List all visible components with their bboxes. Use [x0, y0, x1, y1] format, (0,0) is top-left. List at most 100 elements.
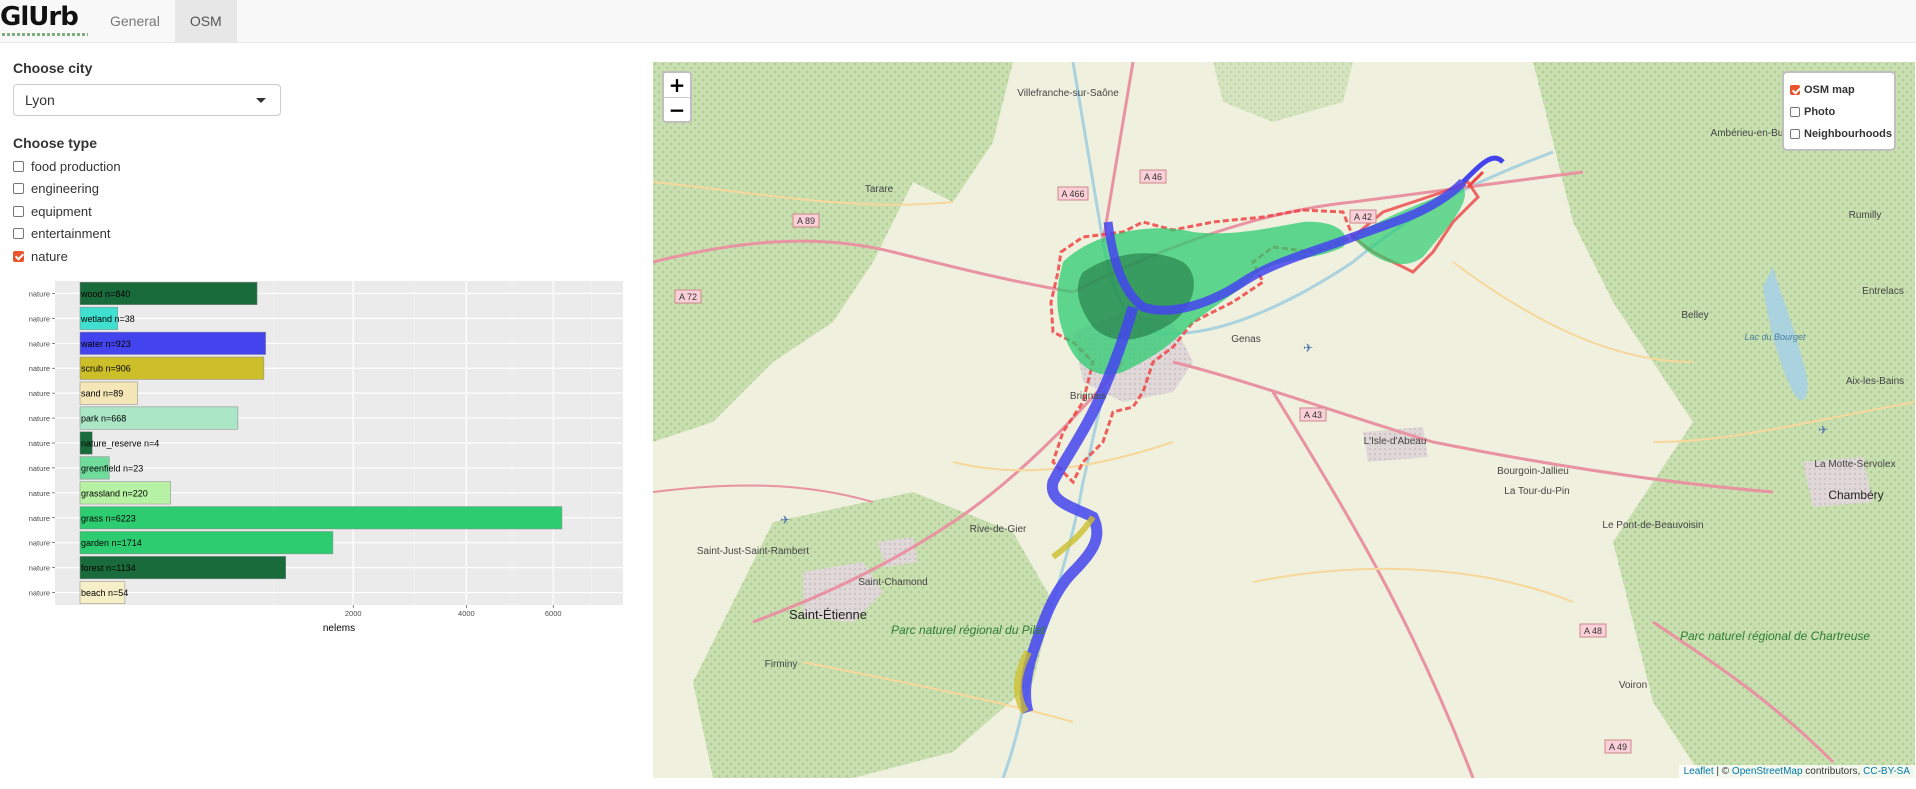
type-option-nature[interactable]: nature: [13, 245, 633, 268]
road-label: A 72: [679, 292, 697, 302]
y-tick-label: nature: [29, 489, 50, 498]
bar-grass: [79, 506, 563, 530]
layer-photo[interactable]: Photo: [1790, 101, 1888, 123]
bar-label: grass n=6223: [81, 513, 136, 523]
layer-label: OSM map: [1804, 84, 1855, 96]
brand-text: GlUrb: [0, 2, 79, 32]
city-select-value: Lyon: [25, 92, 55, 108]
place-label: La Tour-du-Pin: [1504, 486, 1569, 497]
place-label: Bourgoin-Jallieu: [1497, 466, 1569, 477]
airport-icon: ✈: [780, 513, 790, 527]
checkbox-checked[interactable]: [1790, 85, 1800, 95]
place-label: Brignais: [1070, 391, 1106, 402]
y-tick-label: nature: [29, 514, 50, 523]
road-label: A 89: [797, 216, 815, 226]
map-tiles[interactable]: A 466 A 46 A 89 A 42 A 72 A 43 A 48 A 49…: [653, 62, 1915, 778]
y-tick-label: nature: [29, 339, 50, 348]
zoom-in-button[interactable]: +: [664, 73, 690, 97]
type-option-equipment[interactable]: equipment: [13, 200, 633, 223]
place-label: Villefranche-sur-Saône: [1017, 88, 1119, 99]
layer-neighbourhoods[interactable]: Neighbourhoods: [1790, 123, 1892, 145]
type-option-entertainment[interactable]: entertainment: [13, 223, 633, 246]
layer-osm-map[interactable]: OSM map: [1790, 79, 1888, 101]
attribution-sep: | ©: [1713, 766, 1732, 777]
bar-label: sand n=89: [81, 389, 123, 399]
checkbox[interactable]: [13, 183, 24, 195]
bar-label: grassland n=220: [81, 488, 148, 498]
road-label: A 49: [1609, 742, 1627, 752]
bar-label: water n=923: [80, 339, 131, 349]
tab-general[interactable]: General: [95, 0, 175, 42]
bar-label: wood n=840: [80, 289, 130, 299]
checkbox-label: equipment: [31, 203, 92, 219]
road-label: A 46: [1144, 172, 1162, 182]
x-tick-label: 6000: [545, 609, 562, 618]
y-tick-label: nature: [29, 589, 50, 598]
checkbox[interactable]: [13, 228, 24, 240]
bar-label: nature_reserve n=4: [81, 439, 159, 449]
layer-control: OSM map Photo Neighbourhoods: [1782, 71, 1896, 151]
checkbox-label: food production: [31, 158, 121, 174]
place-label: La Motte-Servolex: [1814, 459, 1895, 470]
place-label: Aix-les-Bains: [1846, 376, 1904, 387]
place-label: Firminy: [765, 659, 798, 670]
bar-label: scrub n=906: [81, 364, 131, 374]
place-label: Belley: [1681, 310, 1708, 321]
tab-osm[interactable]: OSM: [174, 0, 237, 42]
checkbox-checked[interactable]: [13, 250, 24, 262]
checkbox-label: engineering: [31, 181, 99, 197]
checkbox-label: nature: [31, 248, 68, 264]
checkbox-label: entertainment: [31, 226, 111, 242]
place-label: Lac du Bourget: [1744, 332, 1806, 342]
type-option-engineering[interactable]: engineering: [13, 178, 633, 201]
type-label: Choose type: [13, 135, 98, 151]
checkbox[interactable]: [13, 160, 24, 172]
top-navbar: GlUrb General OSM: [0, 0, 1916, 43]
road-label: A 466: [1061, 189, 1084, 199]
bar-label: park n=668: [81, 414, 126, 424]
place-label: Le Pont-de-Beauvoisin: [1602, 520, 1703, 531]
y-tick-label: nature: [29, 364, 50, 373]
road-label: A 48: [1584, 626, 1602, 636]
y-tick-label: nature: [29, 464, 50, 473]
y-tick-label: nature: [29, 539, 50, 548]
place-label: Entrelacs: [1862, 286, 1904, 297]
place-label: Saint-Étienne: [789, 607, 867, 622]
brand-tagline-decoration: [2, 33, 88, 36]
brand-logo[interactable]: GlUrb: [0, 0, 95, 43]
bar-label: wetland n=38: [80, 314, 135, 324]
place-label: Saint-Chamond: [858, 577, 927, 588]
map-attribution: Leaflet | © OpenStreetMap contributors, …: [1678, 765, 1915, 778]
license-link[interactable]: CC-BY-SA: [1863, 766, 1910, 777]
y-tick-label: nature: [29, 564, 50, 573]
bar-label: greenfield n=23: [81, 463, 143, 473]
place-label: Voiron: [1619, 680, 1647, 691]
checkbox[interactable]: [13, 205, 24, 217]
type-option-food-production[interactable]: food production: [13, 155, 633, 178]
nature-bar-chart: wood n=840 nature wetland n=38 nature water …: [29, 281, 623, 634]
y-tick-label: nature: [29, 314, 50, 323]
place-label: Chambéry: [1828, 488, 1883, 502]
place-label: L'Isle-d'Abeau: [1364, 436, 1427, 447]
osm-link[interactable]: OpenStreetMap: [1732, 766, 1803, 777]
checkbox[interactable]: [1790, 129, 1800, 139]
city-label: Choose city: [13, 60, 93, 76]
bar-label: garden n=1714: [81, 538, 142, 548]
y-tick-label: nature: [29, 289, 50, 298]
airport-icon: ✈: [1303, 341, 1313, 355]
x-tick-label: 4000: [458, 609, 475, 618]
attribution-contrib: contributors,: [1802, 766, 1864, 777]
city-select[interactable]: Lyon: [13, 84, 281, 116]
airport-icon: ✈: [1818, 423, 1828, 437]
place-label: Rive-de-Gier: [970, 524, 1027, 535]
sidebar-panel: Choose city Lyon Choose type food produc…: [13, 60, 633, 268]
leaflet-link[interactable]: Leaflet: [1684, 766, 1714, 777]
zoom-out-button[interactable]: −: [664, 97, 690, 121]
zoom-control: + −: [662, 71, 692, 123]
leaflet-map[interactable]: A 466 A 46 A 89 A 42 A 72 A 43 A 48 A 49…: [653, 62, 1915, 778]
layer-label: Photo: [1804, 106, 1836, 118]
place-label: Genas: [1231, 334, 1260, 345]
checkbox[interactable]: [1790, 107, 1800, 117]
x-tick-label: 2000: [345, 609, 362, 618]
chevron-down-icon: [256, 98, 266, 103]
